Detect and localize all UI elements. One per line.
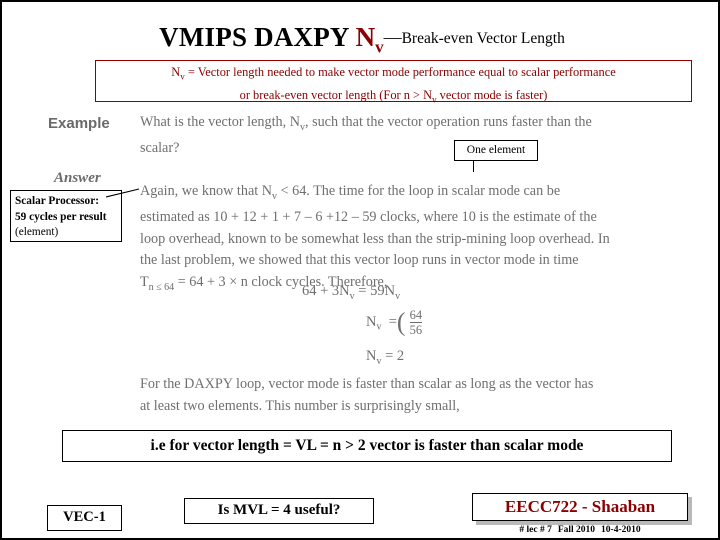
footer-date: 10-4-2010 — [601, 525, 641, 535]
answer-line-2: estimated as 10 + 12 + 1 + 7 – 6 +12 – 5… — [140, 209, 597, 226]
scalar-processor-line-2: 59 cycles per result — [15, 210, 107, 223]
slide-canvas: VMIPS DAXPY Nv—Break-even Vector Length … — [0, 0, 720, 540]
scalar-processor-line-1: Scalar Processor: — [15, 195, 99, 207]
question-line-2: scalar? — [140, 140, 180, 157]
equation-2: Nv =(64 56 — [302, 308, 562, 339]
equation-3b: = 2 — [381, 347, 405, 364]
definition-line-1-text: = Vector length needed to make vector mo… — [184, 65, 616, 79]
equation-2-paren-left: ( — [396, 307, 406, 337]
vec-tag-box: VEC-1 — [47, 505, 122, 531]
definition-n-symbol: N — [171, 65, 181, 79]
tail-text-block: For the DAXPY loop, vector mode is faste… — [140, 374, 685, 417]
equation-2-equals: = — [388, 313, 397, 330]
equation-2a: N — [366, 313, 377, 330]
answer-line-5a: T — [140, 273, 149, 290]
equation-1b: = 59N — [354, 283, 396, 299]
definition-line-2-pre: or break-even vector length (For n > N — [239, 88, 433, 103]
question-line-1b: , such that the vector operation runs fa… — [304, 114, 592, 130]
tail-line-1: For the DAXPY loop, vector mode is faste… — [140, 376, 594, 392]
equation-3: Nv = 2 — [302, 339, 562, 373]
answer-line-1: Again, we know that Nv < 64. The time fo… — [140, 181, 680, 207]
title-main-text: VMIPS DAXPY — [159, 22, 356, 52]
definition-line-2: or break-even vector length (For n > Nv … — [96, 86, 691, 109]
equation-1-sub2: v — [395, 290, 401, 302]
equation-2-denominator: 56 — [409, 321, 423, 337]
footer-lecture-number: # lec # 7 — [519, 525, 552, 535]
answer-line-5-subscript: n ≤ 64 — [148, 281, 175, 293]
equation-2-fraction: 64 56 — [409, 307, 423, 337]
mvl-question-box: Is MVL = 4 useful? — [184, 498, 374, 524]
answer-line-4: the last problem, we showed that this ve… — [140, 252, 579, 269]
scalar-processor-line-3: (element) — [15, 226, 59, 238]
equation-2-subscript: v — [376, 321, 382, 333]
footer-term: Fall 2010 — [557, 525, 596, 535]
equations-block: 64 + 3Nv = 59Nv Nv =(64 56 Nv = 2 — [302, 280, 562, 373]
equation-3a: N — [366, 347, 377, 364]
answer-label: Answer — [54, 170, 101, 186]
answer-line-3: loop overhead, known to be somewhat less… — [140, 230, 610, 247]
answer-line-1b: < 64. The time for the loop in scalar mo… — [277, 182, 561, 199]
body-text-block: What is the vector length, Nv, such that… — [140, 112, 680, 298]
question-line-1a: What is the vector length, N — [140, 114, 300, 130]
definition-box: Nv = Vector length needed to make vector… — [95, 60, 692, 105]
course-box: EECC722 - Shaaban — [472, 493, 688, 521]
title-dash: — — [383, 27, 402, 47]
answer-line-1a: Again, we know that N — [140, 182, 272, 199]
scalar-processor-pointer-arrow — [106, 188, 140, 198]
definition-line-1: Nv = Vector length needed to make vector… — [96, 63, 691, 86]
title-symbol-subscript: v — [375, 37, 384, 57]
slide-title: VMIPS DAXPY Nv—Break-even Vector Length — [2, 22, 720, 57]
question-line-1: What is the vector length, Nv, such that… — [140, 112, 680, 138]
equation-1: 64 + 3Nv = 59Nv — [302, 280, 562, 308]
title-symbol: Nv — [355, 22, 384, 56]
one-element-callout: One element — [454, 140, 538, 161]
definition-line-2-post: vector mode is faster) — [436, 88, 548, 103]
conclusion-box: i.e for vector length = VL = n > 2 vecto… — [62, 430, 672, 462]
equation-2-numerator: 64 — [409, 307, 423, 322]
title-tail-text: Break-even Vector Length — [401, 30, 565, 47]
footer-meta: # lec # 7 Fall 2010 10-4-2010 — [472, 525, 688, 535]
tail-line-2: at least two elements. This number is su… — [140, 397, 460, 414]
title-symbol-letter: N — [355, 22, 376, 52]
example-label: Example — [48, 115, 110, 132]
equation-1a: 64 + 3N — [302, 283, 350, 299]
one-element-pointer-line — [473, 161, 474, 172]
